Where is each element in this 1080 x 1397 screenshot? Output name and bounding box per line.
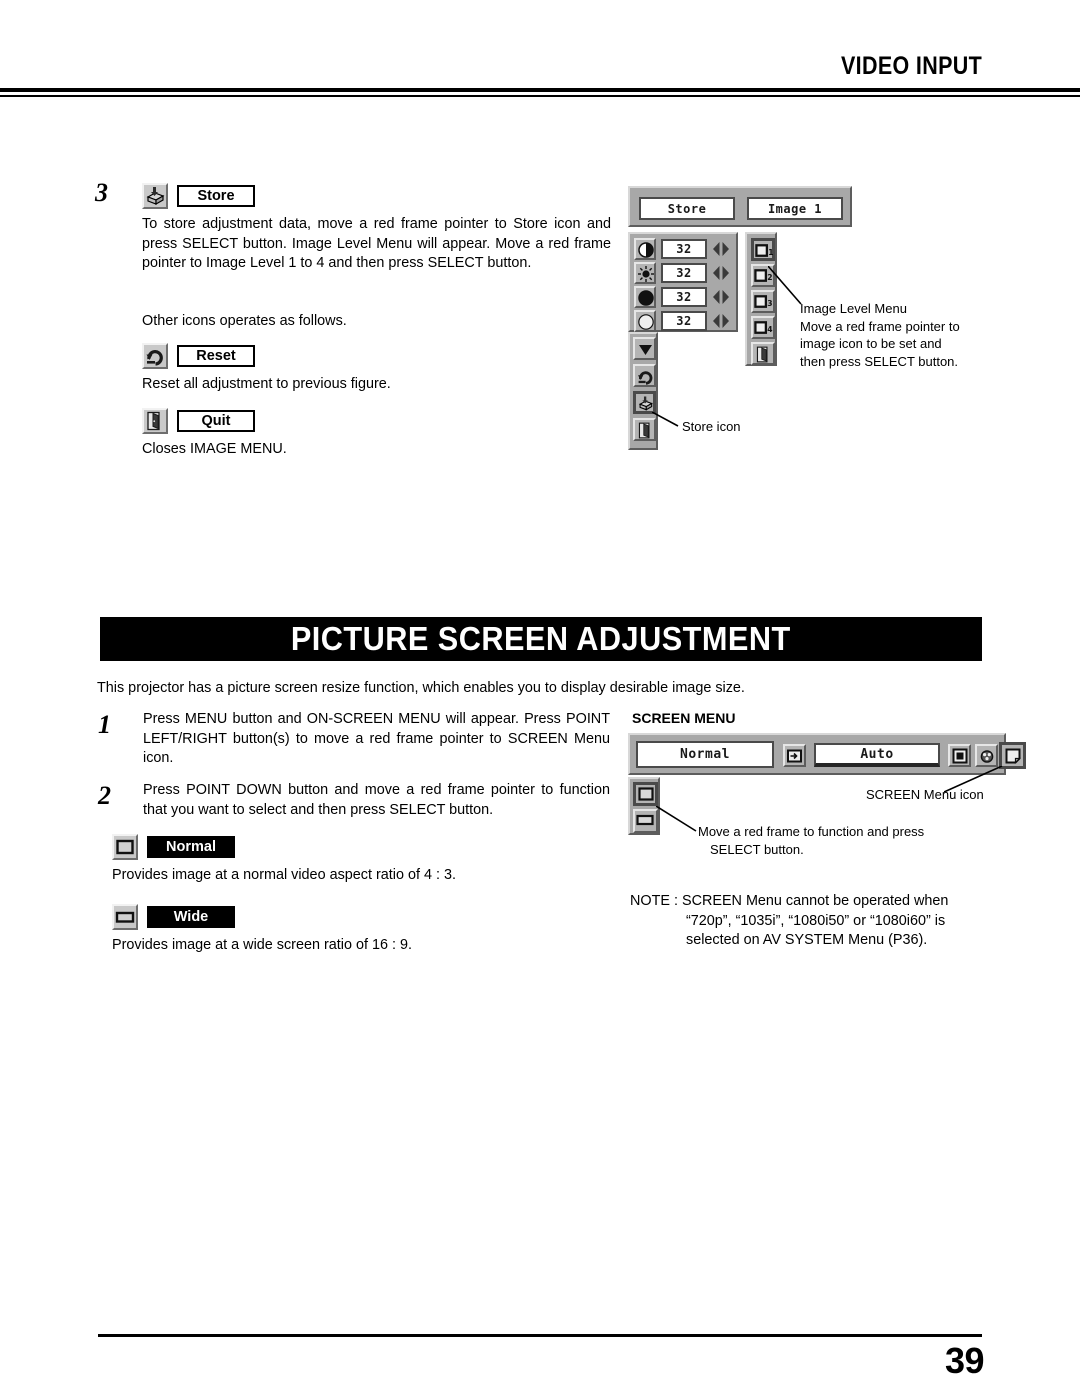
page-title: VIDEO INPUT: [840, 52, 982, 80]
store-description: To store adjustment data, move a red fra…: [142, 216, 611, 271]
reset-icon: [142, 343, 168, 369]
store-icon: [142, 183, 168, 209]
screen-menu-note: NOTE : SCREEN Menu cannot be operated wh…: [630, 892, 1030, 951]
quit-icon[interactable]: [751, 342, 775, 365]
normal-label: Normal: [147, 836, 235, 858]
picture-screen-intro: This projector has a picture screen resi…: [97, 680, 745, 696]
color-icon[interactable]: [634, 286, 656, 308]
page-number: 39: [944, 1340, 985, 1381]
callout-line-3: image icon to be set and: [800, 336, 942, 351]
move-frame-line-1: Move a red frame to function and press: [698, 824, 925, 839]
note-line-1: NOTE : SCREEN Menu cannot be operated wh…: [630, 893, 949, 909]
note-line-2: “720p”, “1035i”, “1080i50” or “1080i60” …: [686, 912, 946, 929]
screen-value-field[interactable]: Normal: [636, 741, 774, 768]
tint-icon[interactable]: [634, 310, 656, 332]
screen-menu-icon-callout: SCREEN Menu icon: [866, 787, 984, 802]
move-frame-callout: Move a red frame to function and press S…: [698, 823, 998, 858]
quit-icon-label-row: Quit: [142, 408, 255, 434]
osd-adjust-panel: 32 32 32 32: [628, 232, 738, 332]
image-level-menu-callout: Image Level Menu Move a red frame pointe…: [800, 300, 1010, 370]
brightness-value: 32: [661, 263, 707, 283]
down-arrow-icon[interactable]: [633, 337, 656, 360]
wide-label: Wide: [147, 906, 235, 928]
brightness-icon[interactable]: [634, 262, 656, 284]
normal-icon-label-row: Normal: [112, 834, 235, 860]
store-icon-label-row: Store: [142, 183, 255, 209]
image-level-1-icon[interactable]: 1: [751, 238, 775, 261]
quit-label: Quit: [177, 410, 255, 432]
osd-store-button[interactable]: Store: [639, 197, 735, 220]
store-label: Store: [177, 185, 255, 207]
contrast-icon[interactable]: [634, 238, 656, 260]
reset-icon[interactable]: [633, 364, 656, 387]
osd-image-level-button[interactable]: Image 1: [747, 197, 843, 220]
store-icon-callout-line: [652, 412, 679, 427]
callout-line-2: Move a red frame pointer to: [800, 318, 960, 334]
store-icon-callout: Store icon: [682, 419, 741, 434]
wide-icon-label-row: Wide: [112, 904, 235, 930]
color-adjust-icon[interactable]: [975, 744, 998, 767]
svg-text:1: 1: [768, 248, 773, 257]
left-right-arrow-icon-2: [713, 266, 729, 280]
quit-icon: [142, 408, 168, 434]
normal-screen-icon: [112, 834, 138, 860]
note-line-3: selected on AV SYSTEM Menu (P36).: [686, 932, 928, 948]
image-menu-osd: Store Image 1 32 32 32 32 1 2 3 4: [628, 186, 852, 450]
reset-icon-label-row: Reset: [142, 343, 255, 369]
auto-field[interactable]: Auto: [814, 743, 940, 767]
contrast-value: 32: [661, 239, 707, 259]
left-right-arrow-icon-3: [713, 290, 729, 304]
osd-left-icon-column: [628, 332, 658, 450]
move-frame-callout-line: [656, 806, 697, 832]
svg-text:4: 4: [767, 325, 772, 334]
wide-screen-icon: [112, 904, 138, 930]
wide-description: Provides image at a wide screen ratio of…: [112, 937, 412, 953]
tint-value: 32: [661, 311, 707, 331]
step-number-1: 1: [98, 710, 111, 739]
osd-top-bar: Store Image 1: [628, 186, 852, 227]
section-banner: PICTURE SCREEN ADJUSTMENT: [100, 617, 982, 661]
normal-screen-icon[interactable]: [633, 782, 658, 806]
section-banner-title: PICTURE SCREEN ADJUSTMENT: [291, 620, 791, 657]
step-2-text: Press POINT DOWN button and move a red f…: [143, 782, 610, 818]
callout-line-1: Image Level Menu: [800, 301, 907, 316]
step-number-3: 3: [95, 178, 108, 207]
normal-description: Provides image at a normal video aspect …: [112, 867, 456, 883]
screen-menu-title: SCREEN MENU: [632, 710, 736, 726]
step-1-text: Press MENU button and ON-SCREEN MENU wil…: [143, 711, 610, 766]
wide-screen-icon[interactable]: [633, 809, 658, 833]
input-icon[interactable]: [783, 744, 806, 767]
quit-description: Closes IMAGE MENU.: [142, 441, 287, 457]
left-right-arrow-icon-4: [713, 314, 729, 328]
store-icon[interactable]: [633, 391, 656, 414]
header-rule-thick: [0, 88, 1080, 92]
reset-description: Reset all adjustment to previous figure.: [142, 376, 391, 392]
left-right-arrow-icon-1: [713, 242, 729, 256]
header-rule-thin: [0, 95, 1080, 97]
square-icon[interactable]: [948, 744, 971, 767]
reset-label: Reset: [177, 345, 255, 367]
image-level-4-icon[interactable]: 4: [751, 316, 775, 339]
callout-line-4: then press SELECT button.: [800, 353, 959, 369]
step-number-2: 2: [98, 781, 111, 810]
other-icons-intro: Other icons operates as follows.: [142, 313, 347, 329]
color-value: 32: [661, 287, 707, 307]
page-header: VIDEO INPUT: [0, 0, 1080, 110]
screen-menu-icon[interactable]: [999, 742, 1026, 769]
move-frame-line-2: SELECT button.: [710, 841, 804, 857]
footer-rule: [98, 1334, 982, 1337]
